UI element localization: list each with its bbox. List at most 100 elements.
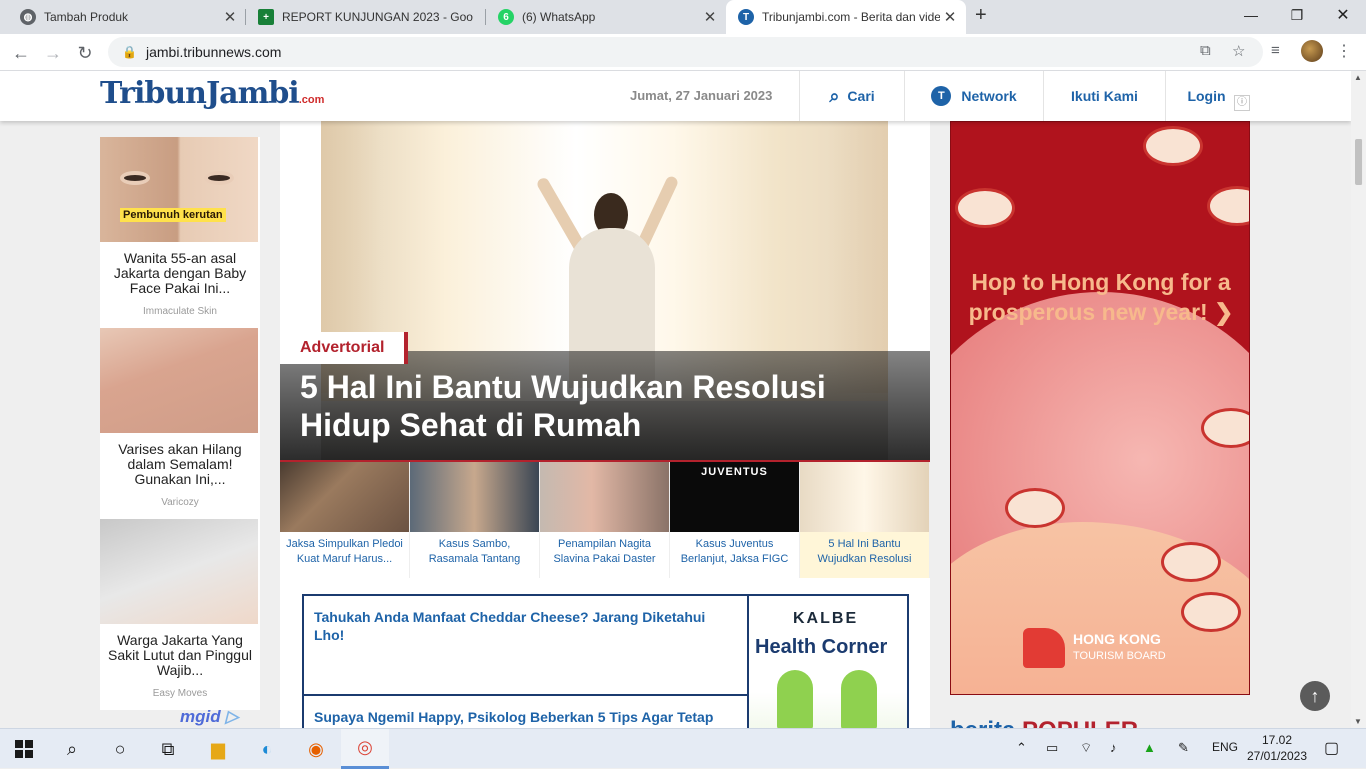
ad-caption[interactable]: Warga Jakarta Yang Sakit Lutut dan Pingg… [100,624,260,688]
drive-icon[interactable]: ▲ [1143,740,1156,755]
thumb-item[interactable]: Jaksa Simpulkan Pledoi Kuat Maruf Harus.… [280,462,410,578]
site-header: TribunJambi.com Jumat, 27 Januari 2023 ⌕… [0,71,1351,121]
thumb-title[interactable]: Jaksa Simpulkan Pledoi Kuat Maruf Harus.… [280,532,409,567]
close-tab-icon[interactable]: ✕ [220,8,240,26]
tab-report-kunjungan[interactable]: + REPORT KUNJUNGAN 2023 - Goo [246,0,486,34]
follow-button[interactable]: Ikuti Kami [1043,71,1165,121]
edge-icon[interactable]: ◐ [243,729,291,769]
file-explorer-icon[interactable]: ▆ [194,729,242,769]
thumb-image[interactable] [800,462,929,532]
scroll-up-icon[interactable]: ▲ [1354,73,1362,82]
thumb-item-active[interactable]: 5 Hal Ini Bantu Wujudkan Resolusi [800,462,930,578]
ad-close-icon[interactable]: ⓘ [1234,95,1250,111]
translate-icon[interactable]: ⧉ [1200,42,1211,59]
scroll-to-top-button[interactable]: ↑ [1300,681,1330,711]
search-button[interactable]: ⌕ Cari [799,71,904,121]
eye-graphic [204,171,234,185]
bookmark-star-icon[interactable]: ☆ [1232,42,1245,60]
related-list: Tahukah Anda Manfaat Cheddar Cheese? Jar… [304,596,747,728]
scrollbar-thumb[interactable] [1355,139,1363,185]
hongkong-ad[interactable]: Hop to Hong Kong for a prosperous new ye… [950,121,1250,695]
junk-boat-icon [1023,628,1065,668]
hero-title[interactable]: 5 Hal Ini Bantu Wujudkan Resolusi Hidup … [300,368,900,444]
ad-card[interactable]: Varises akan Hilang dalam Semalam! Gunak… [100,328,260,519]
kalbe-ad[interactable]: KALBE Health Corner [747,596,907,728]
ad-caption[interactable]: Wanita 55-an asal Jakarta dengan Baby Fa… [100,242,260,306]
login-label: Login [1187,88,1226,104]
main-column: Advertorial 5 Hal Ini Bantu Wujudkan Res… [280,71,930,728]
close-tab-icon[interactable]: ✕ [700,8,720,26]
hero-article[interactable]: Advertorial 5 Hal Ini Bantu Wujudkan Res… [280,93,930,461]
cloud-graphic [1161,542,1221,582]
ad-card[interactable]: Pembunuh kerutan Wanita 55-an asal Jakar… [100,137,260,328]
thumb-image[interactable] [540,462,669,532]
thumb-item[interactable]: Kasus Sambo, Rasamala Tantang [410,462,540,578]
chevron-up-icon[interactable]: ⌃ [1016,740,1027,756]
reload-icon[interactable]: ↻ [72,40,98,66]
profile-avatar[interactable] [1301,40,1323,62]
whatsapp-icon: 6 [498,9,514,25]
wifi-icon[interactable]: ⌔ [1080,740,1092,756]
chrome-icon[interactable]: ◎ [341,729,389,769]
curtain-graphic [828,93,888,393]
mgid-mark-icon: ▷ [225,707,239,726]
reading-list-icon[interactable]: ≡ [1271,42,1280,59]
back-arrow-icon[interactable]: ← [8,40,34,66]
tab-title: (6) WhatsApp [522,10,596,24]
thumb-title[interactable]: 5 Hal Ini Bantu Wujudkan Resolusi [800,532,929,567]
thumb-item[interactable]: Penampilan Nagita Slavina Pakai Daster [540,462,670,578]
tribun-network-icon: T [931,86,952,106]
start-button[interactable] [0,729,48,769]
forward-arrow-icon[interactable]: → [40,40,66,66]
search-icon[interactable]: ⌕ [48,729,96,769]
tab-tribunjambi[interactable]: T Tribunjambi.com - Berita dan vide ✕ [726,0,966,34]
thumb-title[interactable]: Penampilan Nagita Slavina Pakai Daster [540,532,669,567]
address-bar[interactable]: 🔒 jambi.tribunnews.com [108,37,1263,67]
cloud-graphic [1005,488,1065,528]
thumb-title[interactable]: Kasus Juventus Berlanjut, Jaksa FIGC [670,532,799,567]
firefox-icon[interactable]: ◉ [292,729,340,769]
thumb-title[interactable]: Kasus Sambo, Rasamala Tantang [410,532,539,567]
language-indicator[interactable]: ENG [1212,740,1238,754]
ad-image[interactable] [100,328,258,433]
populer-prefix: berita [950,717,1022,728]
related-link[interactable]: Supaya Ngemil Happy, Psikolog Beberkan 5… [304,696,747,728]
ad-caption[interactable]: Varises akan Hilang dalam Semalam! Gunak… [100,433,260,497]
ad-card[interactable]: Warga Jakarta Yang Sakit Lutut dan Pingg… [100,519,260,710]
related-link[interactable]: Tahukah Anda Manfaat Cheddar Cheese? Jar… [304,596,747,696]
cortana-icon[interactable]: ○ [96,729,144,769]
volume-icon[interactable]: ♪ [1110,740,1117,755]
ad-image[interactable]: Pembunuh kerutan [100,137,258,242]
network-label: Network [961,88,1017,104]
search-icon: ⌕ [829,85,840,106]
clock[interactable]: 17.02 27/01/2023 [1240,732,1314,764]
restore-icon[interactable]: ❐ [1274,0,1320,30]
thumb-image[interactable] [280,462,409,532]
tab-whatsapp[interactable]: 6 (6) WhatsApp ✕ [486,0,726,34]
ad-overlay-text: Pembunuh kerutan [120,208,226,222]
mgid-logo[interactable]: mgid ▷ [180,707,238,727]
related-box: Tahukah Anda Manfaat Cheddar Cheese? Jar… [302,594,909,728]
scroll-down-icon[interactable]: ▼ [1354,717,1362,726]
thumb-item[interactable]: JUVENTUS Kasus Juventus Berlanjut, Jaksa… [670,462,800,578]
pen-icon[interactable]: ✎ [1178,740,1189,756]
network-button[interactable]: T Network [904,71,1043,121]
hktb-logo: HONG KONG TOURISM BOARD [1023,628,1166,668]
ad-headline[interactable]: Hop to Hong Kong for a prosperous new ye… [951,267,1249,327]
thumb-image[interactable]: JUVENTUS [670,462,799,532]
url-text: jambi.tribunnews.com [146,44,282,60]
thumb-image[interactable] [410,462,539,532]
page-scrollbar[interactable]: ▲ ▼ [1351,71,1366,728]
task-view-icon[interactable]: ⧉ [144,729,192,769]
notification-icon[interactable]: ▢ [1324,738,1339,758]
tab-tambah-produk[interactable]: ◍ Tambah Produk ✕ [0,0,246,34]
close-tab-icon[interactable]: ✕ [940,8,960,26]
tribunjambi-logo[interactable]: TribunJambi.com [100,76,324,111]
close-window-icon[interactable]: ✕ [1320,0,1366,30]
ad-image[interactable] [100,519,258,624]
battery-icon[interactable]: ▭ [1046,740,1058,756]
new-tab-button[interactable]: + [975,4,987,27]
menu-kebab-icon[interactable]: ⋮ [1336,41,1352,61]
minimize-icon[interactable]: — [1228,0,1274,30]
lock-icon[interactable]: 🔒 [122,45,137,59]
